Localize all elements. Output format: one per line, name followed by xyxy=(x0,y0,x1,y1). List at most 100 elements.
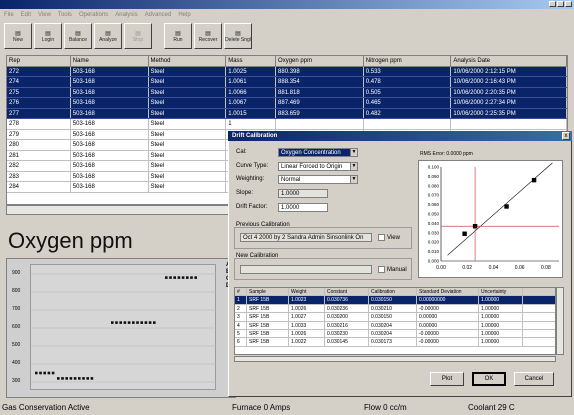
grid-cell: 282 xyxy=(7,161,71,171)
table-cell: Sample xyxy=(247,288,289,296)
cal-label: Cal: xyxy=(236,149,247,155)
cancel-button[interactable]: Cancel xyxy=(514,372,554,386)
status-furnace: Furnace 0 Amps xyxy=(232,403,291,412)
oxygen-chart-plot xyxy=(30,264,217,390)
table-row[interactable]: 1 SRF 15B 1.0023 0.030736 0.030150 0.00000000… xyxy=(235,296,555,305)
table-cell: 1.0026 xyxy=(289,304,325,313)
new-button[interactable]: ▤ New xyxy=(4,23,32,49)
table-row[interactable]: 5 SRF 15B 1.0026 0.030230 0.030204 -0.00000 1.… xyxy=(235,329,555,339)
calibration-table[interactable]: # Sample Weight Constant Calibration Standard… xyxy=(234,287,556,355)
table-cell: SRF 15B xyxy=(247,304,289,313)
oxygen-data-point xyxy=(73,377,77,380)
oxygen-data-point xyxy=(177,276,181,279)
analyze-button[interactable]: ▤ Analyze xyxy=(94,23,122,49)
horizontal-scrollbar[interactable] xyxy=(6,205,232,215)
table-cell: # xyxy=(235,288,247,296)
grid-header-row[interactable]: Rep Name Method Mass Oxygen ppm Nitrogen ppm A… xyxy=(7,56,567,67)
grid-cell: 10/06/2000 2:12:15 PM xyxy=(451,66,567,76)
table-row[interactable]: 6 SRF 15B 1.0022 0.030145 0.030173 -0.00000 1.… xyxy=(235,338,555,347)
grid-cell: 277 xyxy=(7,108,71,118)
grid-cell: 503-168 xyxy=(71,150,149,160)
table-cell: Calibration xyxy=(369,288,417,296)
menu-analysis[interactable]: Analysis xyxy=(115,12,137,18)
table-row[interactable]: 276 503-168 Steel 1.0067 887.469 0.465 10/06/2… xyxy=(7,98,567,109)
grid-cell: 503-168 xyxy=(71,171,149,181)
oxygen-data-point xyxy=(186,276,189,279)
run-button[interactable]: ▤ Run xyxy=(164,23,192,49)
stop-button[interactable]: ▤ Stop xyxy=(124,23,152,49)
y-tick-label: 0.060 xyxy=(428,202,440,207)
grid-cell: Name xyxy=(71,56,149,66)
status-gas: Gas Conservation Active xyxy=(2,403,90,412)
cal-select[interactable]: Oxygen Concentration ▼ xyxy=(278,148,358,157)
new-calibration-field xyxy=(240,265,372,274)
table-row[interactable]: 278 503-168 Steel 1 xyxy=(7,119,567,130)
table-horizontal-scrollbar[interactable] xyxy=(234,356,556,362)
oxygen-data-point xyxy=(169,276,172,279)
grid-cell: 880.398 xyxy=(276,66,364,76)
delete-button[interactable]: ▤ Delete Sngl xyxy=(224,23,252,49)
menu-tools[interactable]: Tools xyxy=(58,12,72,18)
grid-cell: 503-168 xyxy=(71,66,149,76)
grid-cell: 0.478 xyxy=(364,77,452,87)
y-tick-label: 0.010 xyxy=(428,249,440,254)
weighting-select[interactable]: Normal ▼ xyxy=(278,175,358,184)
x-tick-label: 0.04 xyxy=(489,265,499,271)
menu-operations[interactable]: Operations xyxy=(79,12,108,18)
balance-button[interactable]: ▤ Balance xyxy=(64,23,92,49)
y-tick-label: 400 xyxy=(12,360,21,366)
table-cell: 0.030736 xyxy=(325,296,369,304)
manual-checkbox[interactable]: Manual xyxy=(378,266,407,273)
table-row[interactable]: 274 503-168 Steel 1.0061 888.354 0.478 10/06/2… xyxy=(7,77,567,88)
ok-button[interactable]: OK xyxy=(472,372,506,386)
table-cell: 0.030200 xyxy=(325,313,369,321)
y-tick-label: 800 xyxy=(12,288,21,294)
grid-cell: Steel xyxy=(149,171,227,181)
view-checkbox[interactable]: View xyxy=(378,234,400,241)
minimize-button[interactable] xyxy=(549,1,556,7)
login-button[interactable]: ▤ Login xyxy=(34,23,62,49)
dialog-close-button[interactable]: x xyxy=(562,132,570,140)
grid-cell: 10/06/2000 2:25:35 PM xyxy=(451,108,567,118)
dialog-title: Drift Calibration xyxy=(228,131,572,141)
oxygen-data-point xyxy=(82,377,85,380)
table-row[interactable]: 3 SRF 15B 1.0027 0.030200 0.030150 0.00000 1.0… xyxy=(235,313,555,322)
table-cell: 1.0033 xyxy=(289,321,325,329)
recover-button[interactable]: ▤ Recover xyxy=(194,23,222,49)
slope-field: 1.0000 xyxy=(278,189,328,198)
menu-help[interactable]: Help xyxy=(178,12,190,18)
y-tick-label: 0.050 xyxy=(428,212,440,217)
table-row[interactable]: 277 503-168 Steel 1.0015 883.659 0.482 10/06/2… xyxy=(7,108,567,119)
menu-file[interactable]: File xyxy=(4,12,14,18)
run-icon: ▤ xyxy=(175,30,181,37)
vertical-scrollbar[interactable] xyxy=(556,287,564,355)
table-cell: 1.0026 xyxy=(289,329,325,338)
grid-cell: 283 xyxy=(7,171,71,181)
plot-button[interactable]: Plot xyxy=(430,372,464,386)
curve-type-select[interactable]: Linear Forced to Origin ▼ xyxy=(278,162,358,171)
maximize-button[interactable] xyxy=(557,1,564,7)
table-cell: -0.00000 xyxy=(417,338,479,346)
menu-view[interactable]: View xyxy=(38,12,51,18)
drift-factor-field[interactable]: 1.0000 xyxy=(278,203,328,212)
close-button[interactable] xyxy=(565,1,572,7)
calibration-point xyxy=(531,177,537,183)
table-row[interactable]: 272 503-168 Steel 1.0025 880.398 0.533 10/06/2… xyxy=(7,66,567,77)
recover-icon: ▤ xyxy=(205,30,211,37)
table-cell: 0.030150 xyxy=(369,296,417,304)
grid-cell: Steel xyxy=(149,150,227,160)
grid-cell: Steel xyxy=(149,66,227,76)
menu-advanced[interactable]: Advanced xyxy=(145,12,172,18)
table-cell: 0.030210 xyxy=(369,304,417,313)
table-row[interactable]: 2 SRF 15B 1.0026 0.030236 0.030210 -0.00000 1.… xyxy=(235,304,555,314)
table-row[interactable]: 4 SRF 15B 1.0033 0.030216 0.030204 0.00000 1.0… xyxy=(235,321,555,330)
grid-cell: Nitrogen ppm xyxy=(364,56,452,66)
oxygen-data-point xyxy=(111,321,114,324)
oxygen-data-point xyxy=(115,321,118,324)
calibration-plot-svg: 0.00 0.02 0.04 0.06 0.08 0.100 0.090 0.080 0.070… xyxy=(428,162,559,271)
calibration-table-header[interactable]: # Sample Weight Constant Calibration Standard… xyxy=(235,288,555,297)
toolbar: ▤ New ▤ Login ▤ Balance ▤ Analyze ▤ Stop ▤ Run… xyxy=(2,21,572,51)
menu-edit[interactable]: Edit xyxy=(21,12,31,18)
table-row[interactable]: 275 503-168 Steel 1.0066 881.818 0.505 10/06/2… xyxy=(7,87,567,98)
grid-cell: Steel xyxy=(149,140,227,150)
